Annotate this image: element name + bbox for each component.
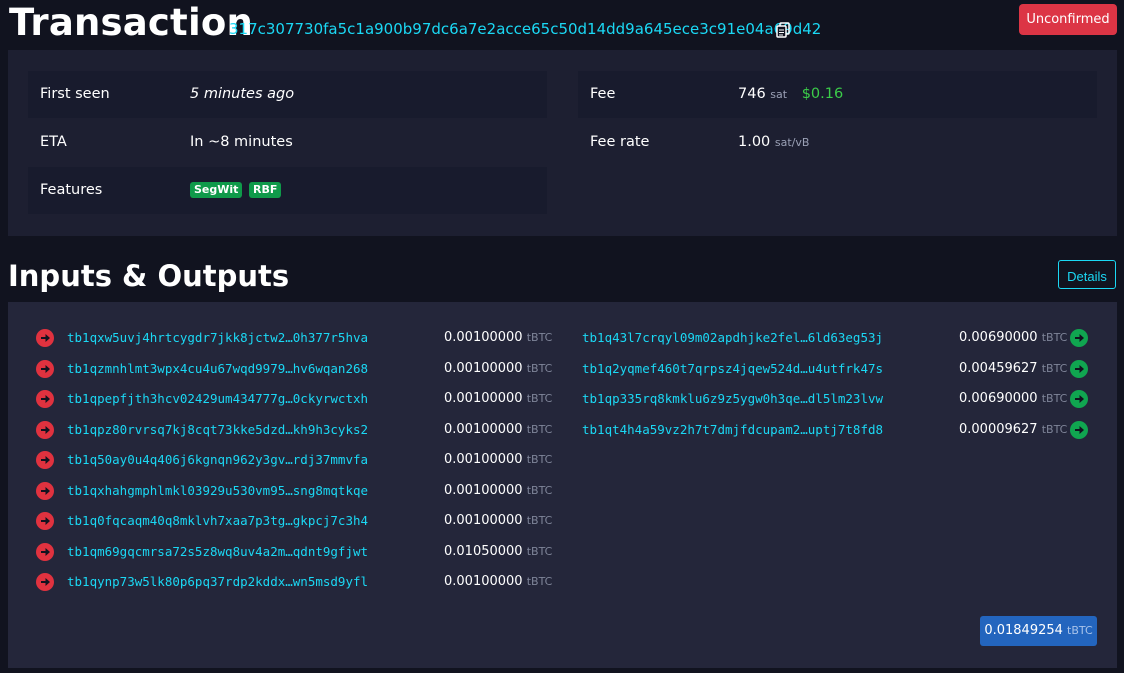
eta-row: ETA In ~8 minutes [28, 119, 547, 166]
fee-rate-label: Fee rate [590, 134, 650, 150]
features-row: Features SegWit RBF [28, 167, 547, 214]
output-amount: 0.00009627 tBTC [959, 415, 1067, 445]
output-amount-value: 0.00690000 [959, 330, 1038, 345]
input-amount-unit: tBTC [526, 514, 553, 527]
input-amount-unit: tBTC [526, 544, 553, 558]
segwit-badge[interactable]: SegWit [190, 182, 243, 198]
rbf-badge[interactable]: RBF [249, 182, 282, 198]
input-row: tb1qxhahgmphlmkl03929u530vm95…sng8mqtkqe… [8, 476, 558, 506]
fee-row: Fee 746 sat $0.16 [578, 71, 1097, 118]
input-row: tb1qm69gqcmrsa72s5z8wq8uv4a2m…qdnt9gfjwt… [8, 537, 558, 567]
output-address-link[interactable]: tb1q2yqmef460t7qrpsz4jqew524d…u4utfrk47s [582, 354, 883, 384]
page-title: Transaction [9, 1, 253, 44]
total-unit: tBTC [1067, 624, 1093, 637]
output-arrow-icon[interactable] [1070, 390, 1088, 408]
page-header: Transaction 317c307730fa5c1a900b97dc6a7e… [0, 0, 1124, 50]
fee-rate-value-group: 1.00 sat/vB [738, 119, 809, 166]
input-address-link[interactable]: tb1q50ay0u4q406j6kgnqn962y3gv…rdj37mmvfa [67, 445, 368, 475]
input-address-link[interactable]: tb1qynp73w5lk80p6pq37rdp2kddx…wn5msd9yfl [67, 567, 368, 597]
output-amount: 0.00690000 tBTC [959, 384, 1067, 414]
input-amount: 0.00100000 tBTC [444, 476, 552, 506]
output-row: tb1q43l7crqyl09m02apdhjke2fel…6ld63eg53j… [8, 323, 1108, 353]
output-arrow-icon[interactable] [1070, 420, 1088, 439]
eta-label: ETA [40, 134, 67, 150]
output-arrow-icon[interactable] [1070, 329, 1088, 347]
input-arrow-icon[interactable] [36, 512, 54, 530]
output-amount: 0.00690000 tBTC [959, 323, 1067, 353]
total-amount: 0.01849254 [984, 623, 1063, 638]
input-address-link[interactable]: tb1qm69gqcmrsa72s5z8wq8uv4a2m…qdnt9gfjwt [67, 537, 368, 567]
transaction-id-link[interactable]: 317c307730fa5c1a900b97dc6a7e2acce65c50d1… [229, 19, 821, 39]
fee-rate-unit: sat/vB [774, 136, 810, 149]
output-amount-unit: tBTC [1041, 361, 1068, 375]
output-address-link[interactable]: tb1qp335rq8kmklu6z9z5ygw0h3qe…dl5lm23lvw [582, 384, 883, 414]
inputs-outputs-title: Inputs & Outputs [8, 259, 290, 293]
output-row: tb1qp335rq8kmklu6z9z5ygw0h3qe…dl5lm23lvw… [8, 384, 1108, 414]
output-arrow-icon[interactable] [1070, 359, 1088, 378]
output-amount-value: 0.00009627 [959, 421, 1038, 437]
output-amount-unit: tBTC [1041, 422, 1068, 436]
first-seen-label: First seen [40, 86, 110, 102]
input-arrow-icon[interactable] [36, 451, 54, 469]
input-amount-value: 0.00100000 [444, 452, 523, 467]
transaction-summary: First seen 5 minutes ago ETA In ~8 minut… [8, 50, 1117, 236]
output-row: tb1qt4h4a59vz2h7t7dmjfdcupam2…uptj7t8fd8… [8, 415, 1108, 445]
input-amount: 0.00100000 tBTC [444, 445, 552, 475]
fee-rate-value: 1.00 [738, 134, 771, 150]
status-badge: Unconfirmed [1019, 4, 1117, 35]
fee-value-group: 746 sat $0.16 [738, 71, 843, 118]
eta-value: In ~8 minutes [190, 134, 293, 150]
features-value: SegWit RBF [190, 167, 283, 214]
input-address-link[interactable]: tb1qxhahgmphlmkl03929u530vm95…sng8mqtkqe [67, 476, 368, 506]
input-row: tb1qynp73w5lk80p6pq37rdp2kddx…wn5msd9yfl… [8, 567, 558, 597]
output-address-link[interactable]: tb1qt4h4a59vz2h7t7dmjfdcupam2…uptj7t8fd8 [582, 415, 883, 445]
first-seen-time: 5 minutes ago [190, 86, 295, 102]
fee-label: Fee [590, 86, 616, 102]
input-amount-value: 0.00100000 [444, 574, 523, 589]
fee-value: 746 [738, 86, 766, 102]
input-amount-value: 0.01050000 [444, 543, 523, 559]
output-amount: 0.00459627 tBTC [959, 354, 1067, 384]
input-arrow-icon[interactable] [36, 481, 54, 500]
input-amount-unit: tBTC [526, 453, 553, 466]
features-label: Features [40, 182, 103, 198]
output-amount-unit: tBTC [1041, 331, 1068, 344]
output-row: tb1q2yqmef460t7qrpsz4jqew524d…u4utfrk47s… [8, 354, 1108, 384]
input-amount-value: 0.00100000 [444, 482, 523, 498]
output-address-link[interactable]: tb1q43l7crqyl09m02apdhjke2fel…6ld63eg53j [582, 323, 883, 353]
input-amount-unit: tBTC [526, 575, 553, 588]
input-row: tb1q50ay0u4q406j6kgnqn962y3gv…rdj37mmvfa… [8, 445, 558, 475]
output-amount-value: 0.00690000 [959, 391, 1038, 406]
output-amount-value: 0.00459627 [959, 360, 1038, 376]
fee-rate-row: Fee rate 1.00 sat/vB [578, 119, 1097, 166]
input-arrow-icon[interactable] [36, 542, 54, 561]
input-amount: 0.01050000 tBTC [444, 537, 552, 567]
inputs-outputs-panel: tb1qxw5uvj4hrtcygdr7jkk8jctw2…0h377r5hva… [8, 302, 1117, 668]
copy-icon[interactable] [776, 22, 790, 38]
input-amount: 0.00100000 tBTC [444, 506, 552, 536]
fee-unit: sat [770, 88, 788, 101]
input-address-link[interactable]: tb1q0fqcaqm40q8mklvh7xaa7p3tg…gkpcj7c3h4 [67, 506, 368, 536]
first-seen-value: 5 minutes ago [190, 71, 294, 118]
fee-usd: $0.16 [801, 86, 844, 102]
details-button[interactable]: Details [1058, 260, 1116, 289]
input-row: tb1q0fqcaqm40q8mklvh7xaa7p3tg…gkpcj7c3h4… [8, 506, 558, 536]
input-amount-unit: tBTC [526, 483, 553, 497]
first-seen-row: First seen 5 minutes ago [28, 71, 547, 118]
total-amount-badge: 0.01849254 tBTC [980, 616, 1097, 646]
input-arrow-icon[interactable] [36, 573, 54, 591]
input-amount-value: 0.00100000 [444, 513, 523, 528]
input-amount: 0.00100000 tBTC [444, 567, 552, 597]
output-amount-unit: tBTC [1041, 392, 1068, 405]
